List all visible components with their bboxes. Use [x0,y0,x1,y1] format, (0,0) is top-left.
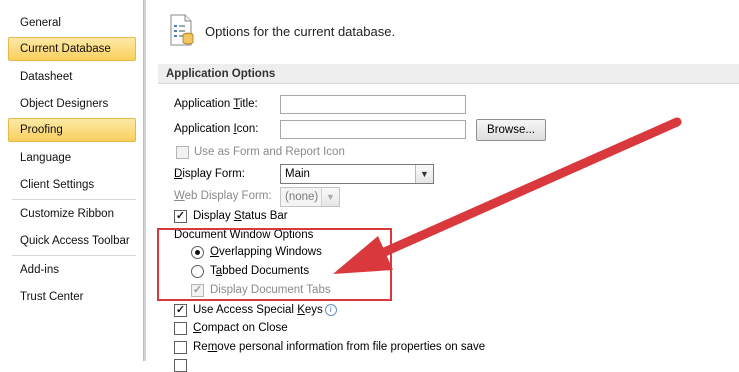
sidebar-item-current-database[interactable]: Current Database [8,37,136,61]
web-display-form-value: (none) [285,191,319,203]
section-header-application-options: Application Options [158,64,739,84]
sidebar-item-object-designers[interactable]: Object Designers [8,92,136,116]
sidebar-item-language[interactable]: Language [8,146,136,170]
web-display-form-label: Web Display Form: [174,190,272,202]
use-access-special-keys-checkbox[interactable]: ✓ [174,304,187,317]
compact-on-close-label: Compact on Close [193,322,288,334]
remove-personal-info-label: Remove personal information from file pr… [193,341,486,353]
database-options-icon [170,14,194,46]
sidebar-item-general[interactable]: General [8,11,136,35]
use-access-special-keys-label: Use Access Special Keys i [193,304,337,316]
page-title: Options for the current database. [205,24,396,39]
options-sidebar: General Current Database Datasheet Objec… [0,0,143,361]
sidebar-item-proofing[interactable]: Proofing [8,118,136,142]
display-status-bar-label: Display Status Bar [193,210,288,222]
chevron-down-icon[interactable]: ▼ [415,165,433,183]
use-as-form-report-icon-checkbox[interactable] [176,146,189,159]
sidebar-item-trust-center[interactable]: Trust Center [8,285,136,309]
remove-personal-info-checkbox[interactable] [174,341,187,354]
sidebar-item-quick-access-toolbar[interactable]: Quick Access Toolbar [8,229,136,253]
chevron-down-icon[interactable]: ▼ [321,188,339,206]
compact-on-close-checkbox[interactable] [174,322,187,335]
sidebar-item-add-ins[interactable]: Add-ins [8,258,136,282]
display-form-select[interactable]: Main ▼ [280,164,434,184]
sidebar-item-client-settings[interactable]: Client Settings [8,173,136,197]
application-icon-label: Application Icon: [174,123,259,135]
sidebar-separator [12,255,136,256]
application-icon-input[interactable] [280,120,466,139]
annotation-highlight-box [157,228,392,301]
sidebar-separator [12,199,136,200]
info-icon[interactable]: i [324,304,337,316]
sidebar-item-customize-ribbon[interactable]: Customize Ribbon [8,202,136,226]
web-display-form-select[interactable]: (none) ▼ [280,187,340,207]
application-title-label: Application Title: [174,98,258,110]
display-form-value: Main [285,168,310,180]
display-status-bar-checkbox[interactable]: ✓ [174,210,187,223]
browse-button[interactable]: Browse... [476,119,546,141]
display-form-label: Display Form: [174,168,245,180]
options-main-panel: Options for the current database. Applic… [146,0,739,372]
application-title-input[interactable] [280,95,466,114]
use-as-form-report-icon-label: Use as Form and Report Icon [194,146,345,158]
sidebar-item-datasheet[interactable]: Datasheet [8,65,136,89]
